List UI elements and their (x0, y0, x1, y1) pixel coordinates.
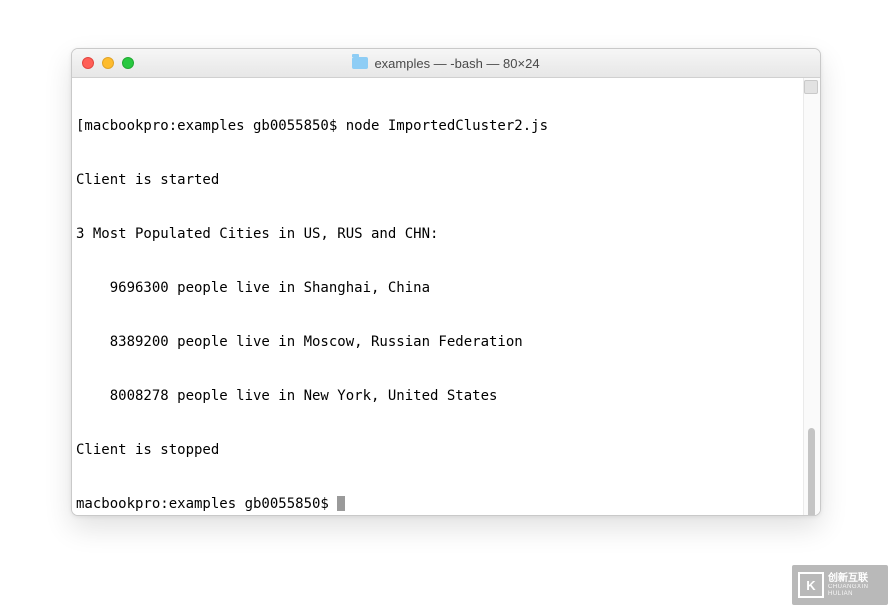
close-icon[interactable] (82, 57, 94, 69)
terminal-line: Client is stopped (76, 441, 799, 459)
terminal-line: 3 Most Populated Cities in US, RUS and C… (76, 225, 799, 243)
terminal-body[interactable]: [macbookpro:examples gb0055850$ node Imp… (72, 78, 820, 516)
titlebar[interactable]: examples — -bash — 80×24 (72, 49, 820, 78)
scrollbar[interactable] (803, 78, 820, 516)
terminal-window: examples — -bash — 80×24 [macbookpro:exa… (71, 48, 821, 516)
maximize-icon[interactable] (122, 57, 134, 69)
watermark-logo-letter: K (806, 578, 815, 593)
watermark-logo-icon: K (798, 572, 824, 598)
terminal-line: 8389200 people live in Moscow, Russian F… (76, 333, 799, 351)
terminal-line: 9696300 people live in Shanghai, China (76, 279, 799, 297)
watermark-badge: K 创新互联 CHUANGXIN HULIAN (792, 565, 888, 605)
prompt-text: macbookpro:examples gb0055850$ (76, 496, 337, 512)
terminal-line: Client is started (76, 171, 799, 189)
watermark-sub: CHUANGXIN HULIAN (828, 584, 888, 597)
window-controls (72, 57, 134, 69)
cursor-icon (337, 496, 345, 511)
terminal-line: [macbookpro:examples gb0055850$ node Imp… (76, 117, 799, 135)
title-text: examples — -bash — 80×24 (374, 56, 539, 71)
window-title: examples — -bash — 80×24 (72, 56, 820, 71)
terminal-content[interactable]: [macbookpro:examples gb0055850$ node Imp… (72, 78, 803, 516)
scroll-thumb[interactable] (808, 428, 815, 516)
watermark-brand: 创新互联 (828, 573, 888, 584)
terminal-line: 8008278 people live in New York, United … (76, 387, 799, 405)
folder-icon (352, 57, 368, 69)
minimize-icon[interactable] (102, 57, 114, 69)
scroll-corner-icon (804, 80, 818, 94)
terminal-prompt-line: macbookpro:examples gb0055850$ (76, 495, 799, 513)
